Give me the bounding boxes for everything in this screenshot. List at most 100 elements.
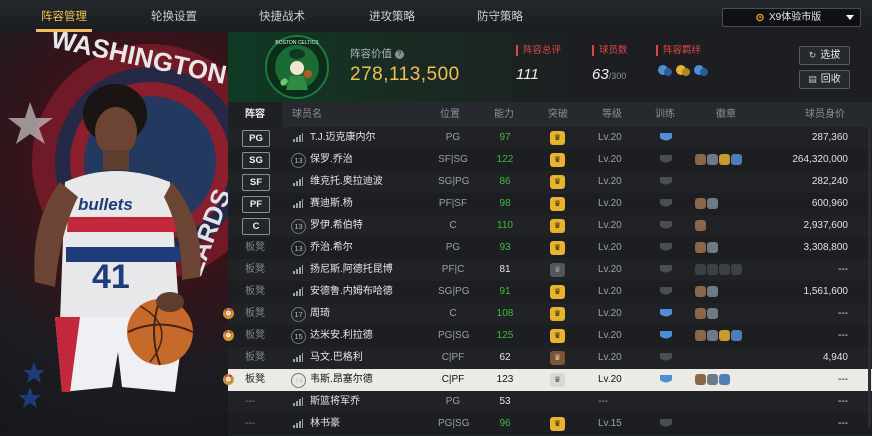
badge-group[interactable] [695,220,707,232]
breakthrough-crown-icon[interactable]: ♛ [550,153,565,167]
player-level: --- [598,396,608,407]
badge-group[interactable] [695,154,743,166]
player-name[interactable]: 达米安.利拉德 [310,325,373,347]
table-row[interactable]: SF 维克托.奥拉迪波 SG|PG 86 ♛ Lv.20 282,240 [228,171,872,194]
training-shield-icon[interactable] [659,242,673,253]
breakthrough-crown-icon[interactable]: ♛ [550,285,565,299]
breakthrough-crown-icon[interactable]: ♛ [550,241,565,255]
breakthrough-crown-icon[interactable]: ♛ [550,307,565,321]
player-name[interactable]: 保罗.乔治 [310,149,353,171]
table-row[interactable]: --- 斯篮将军乔 PG 53 --- --- [228,391,872,414]
training-shield-icon[interactable] [659,308,673,319]
training-shield-icon[interactable] [659,198,673,209]
breakthrough-crown-icon[interactable]: ♛ [550,175,565,189]
tab-quick-tactics[interactable]: 快捷战术 [246,0,318,32]
roster-table: 阵容 球员名 位置 能力 突破 等级 训练 徽章 球员身价 PG T.J.迈克康内… [223,102,872,436]
training-shield-icon[interactable] [659,176,673,187]
table-row[interactable]: --- 林书豪 PG|SG 96 ♛ Lv.15 --- [228,413,872,436]
tab-defense[interactable]: 防守策略 [464,0,536,32]
breakthrough-crown-icon[interactable]: ♛ [550,373,565,387]
breakthrough-crown-icon[interactable]: ♛ [550,329,565,343]
col-training[interactable]: 训练 [655,102,675,127]
player-name[interactable]: 安德鲁.内姆布哈德 [310,281,393,303]
player-art-panel: WASHINGTON ZARDS bullets 41 [0,32,230,431]
badge-group[interactable] [695,198,719,210]
table-row[interactable]: PF 赛迪斯.杨 PF|SF 98 ♛ Lv.20 600,960 [228,193,872,216]
badge-group[interactable] [695,286,719,298]
lineup-position-badge: PG [242,130,270,147]
player-badge-icon [719,154,730,165]
training-shield-icon[interactable] [659,374,673,385]
table-scrollbar[interactable] [868,127,871,427]
training-shield-icon[interactable] [659,418,673,429]
training-shield-icon[interactable] [659,132,673,143]
breakthrough-crown-icon[interactable]: ♛ [550,197,565,211]
badge-group[interactable] [695,308,719,320]
player-name[interactable]: T.J.迈克康内尔 [310,127,376,149]
player-badge-icon [707,374,718,385]
player-name[interactable]: 赛迪斯.杨 [310,193,353,215]
col-level[interactable]: 等级 [602,102,622,127]
table-row[interactable]: ⏰ 板凳 17 周琦 C 108 ♛ Lv.20 --- [223,303,872,326]
badge-group[interactable] [695,264,743,276]
badge-group[interactable] [695,242,719,254]
bond-icons[interactable] [656,62,712,78]
version-dropdown[interactable]: X9体验市版 [722,8,861,27]
tab-rotation[interactable]: 轮换设置 [138,0,210,32]
col-lineup[interactable]: 阵容 [228,102,282,127]
training-shield-icon[interactable] [659,220,673,231]
training-shield-icon[interactable] [659,286,673,297]
col-salary[interactable]: 球员身价 [805,102,845,127]
player-name[interactable]: 斯篮将军乔 [310,391,360,413]
jersey-number-icon: 17 [291,307,306,322]
col-position[interactable]: 位置 [440,102,460,127]
badge-group[interactable] [695,330,743,342]
breakthrough-crown-icon[interactable]: ♛ [550,131,565,145]
lineup-value-label: 阵容价值? [350,46,404,61]
training-shield-icon[interactable] [659,330,673,341]
player-name[interactable]: 韦斯.昂塞尔德 [310,369,373,391]
tab-offense[interactable]: 进攻策略 [356,0,428,32]
player-name[interactable]: 扬尼斯.阿德托昆博 [310,259,393,281]
player-name[interactable]: 乔治.希尔 [310,237,353,259]
col-ability[interactable]: 能力 [494,102,514,127]
table-row[interactable]: SG 13 保罗.乔治 SF|SG 122 ♛ Lv.20 264,320,000 [228,149,872,172]
recycle-button[interactable]: ▤ 回收 [799,70,850,89]
player-salary: 287,360 [811,132,848,143]
player-level: Lv.20 [598,198,622,209]
table-row[interactable]: 板凳 扬尼斯.阿德托昆博 PF|C 81 ♛ Lv.20 --- [228,259,872,282]
player-badge-icon [707,308,718,319]
player-name[interactable]: 周琦 [310,303,330,325]
col-player-name[interactable]: 球员名 [292,102,322,127]
select-button[interactable]: ↻ 选拔 [799,46,850,65]
breakthrough-crown-icon[interactable]: ♛ [550,219,565,233]
player-level: Lv.20 [598,154,622,165]
table-row[interactable]: 板凳 安德鲁.内姆布哈德 SG|PG 91 ♛ Lv.20 1,561,600 [228,281,872,304]
table-row[interactable]: ⏰ 板凳 15 达米安.利拉德 PG|SG 125 ♛ Lv.20 --- [223,325,872,348]
col-badges[interactable]: 徽章 [716,102,736,127]
table-row[interactable]: ⏰ 板凳 74 韦斯.昂塞尔德 C|PF 123 ♛ Lv.20 --- [223,369,872,392]
player-position: PG|SG [438,418,470,429]
player-name[interactable]: 罗伊.希伯特 [310,215,363,237]
badge-group[interactable] [695,374,731,386]
training-shield-icon[interactable] [659,154,673,165]
refresh-icon: ↻ [808,50,817,60]
player-count-max: /300 [608,71,627,81]
player-name[interactable]: 维克托.奥拉迪波 [310,171,383,193]
tab-lineup[interactable]: 阵容管理 [28,0,100,32]
alarm-clock-icon: ⏰ [223,308,234,319]
col-breakthrough[interactable]: 突破 [548,102,568,127]
table-row[interactable]: 板凳 马文.巴格利 C|PF 62 ♛ Lv.20 4,940 [228,347,872,370]
player-name[interactable]: 林书豪 [310,413,340,435]
player-name[interactable]: 马文.巴格利 [310,347,363,369]
training-shield-icon[interactable] [659,264,673,275]
training-shield-icon[interactable] [659,352,673,363]
breakthrough-crown-icon[interactable]: ♛ [550,351,565,365]
help-icon[interactable]: ? [395,50,404,59]
breakthrough-crown-icon[interactable]: ♛ [550,263,565,277]
table-row[interactable]: 板凳 13 乔治.希尔 PG 93 ♛ Lv.20 3,308,800 [228,237,872,260]
table-row[interactable]: C 13 罗伊.希伯特 C 110 ♛ Lv.20 2,937,600 [228,215,872,238]
table-row[interactable]: PG T.J.迈克康内尔 PG 97 ♛ Lv.20 287,360 [228,127,872,150]
player-count-stat: 球员数 63/300 [592,45,628,83]
breakthrough-crown-icon[interactable]: ♛ [550,417,565,431]
